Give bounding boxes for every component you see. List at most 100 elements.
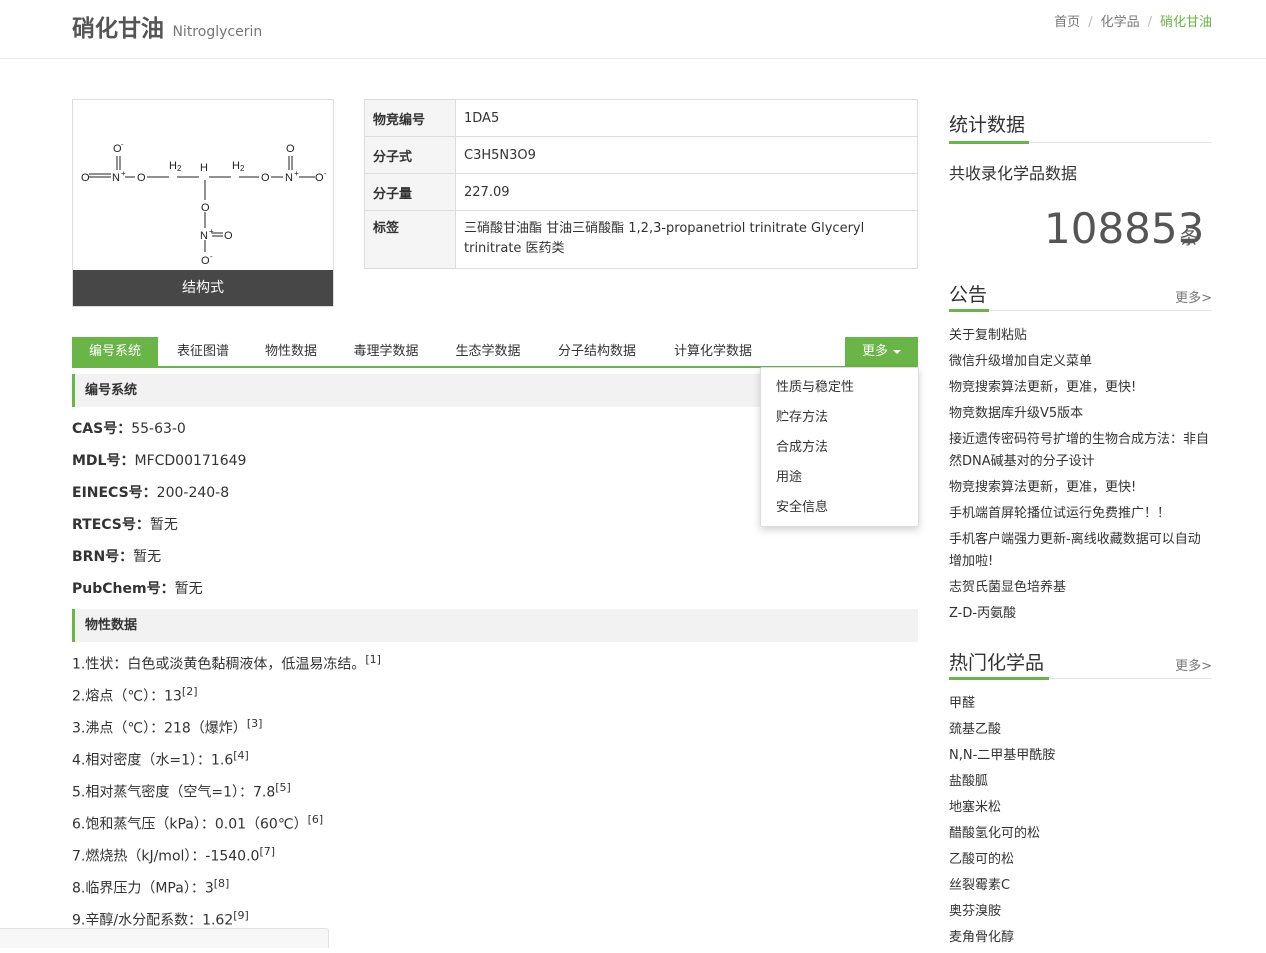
menu-item-stability[interactable]: 性质与稳定性 (761, 373, 918, 403)
more-dropdown-button[interactable]: 更多 (845, 337, 918, 366)
reference-link[interactable]: [2] (182, 685, 198, 698)
breadcrumb-separator: / (1088, 15, 1093, 30)
reference-link[interactable]: [9] (233, 909, 249, 922)
menu-item-usage[interactable]: 用途 (761, 463, 918, 493)
tab-ecology[interactable]: 生态学数据 (442, 337, 534, 366)
notice-item[interactable]: 物竞搜索算法更新，更准，更快! (949, 477, 1212, 499)
tab-molecular-structure[interactable]: 分子结构数据 (544, 337, 650, 366)
menu-item-safety[interactable]: 安全信息 (761, 493, 918, 523)
info-key: 标签 (364, 210, 456, 269)
notice-item[interactable]: 接近遗传密码符号扩增的生物合成方法：非自然DNA碱基对的分子设计 (949, 429, 1212, 473)
reference-link[interactable]: [5] (275, 781, 291, 794)
hot-chemical-item[interactable]: 地塞米松 (949, 797, 1212, 819)
notice-item[interactable]: 手机客户端强力更新-离线收藏数据可以自动增加啦! (949, 529, 1212, 573)
svg-text:O: O (81, 172, 90, 184)
hot-chemicals-more-link[interactable]: 更多> (1175, 655, 1212, 674)
id-value: 200-240-8 (156, 485, 230, 501)
property-item: 4.相对密度（水=1）：1.6[4] (72, 749, 249, 770)
id-key: CAS号： (72, 421, 132, 437)
notices-list: 关于复制粘贴 微信升级增加自定义菜单 物竞搜索算法更新，更准，更快! 物竞数据库… (949, 325, 1212, 629)
property-item: 1.性状：白色或淡黄色黏稠液体，低温易冻结。[1] (72, 653, 381, 674)
hot-chemicals-divider (949, 677, 1212, 680)
reference-link[interactable]: [7] (259, 845, 275, 858)
id-item: BRN号：暂无 (72, 546, 161, 566)
notices-divider (949, 309, 1212, 312)
tab-id-system[interactable]: 编号系统 (72, 337, 158, 366)
notice-item[interactable]: 手机端首屏轮播位试运行免费推广！！ (949, 503, 1212, 525)
id-key: PubChem号： (72, 581, 175, 597)
hot-chemical-item[interactable]: 奥芬溴胺 (949, 901, 1212, 923)
notice-item[interactable]: Z-D-丙氨酸 (949, 603, 1212, 625)
property-text: 3.沸点（℃）：218（爆炸） (72, 720, 247, 737)
svg-text:H: H (232, 160, 240, 172)
reference-link[interactable]: [4] (233, 749, 249, 762)
id-item: RTECS号：暂无 (72, 514, 178, 534)
info-value-tags: 三硝酸甘油酯 甘油三硝酸酯 1,2,3-propanetriol trinitr… (455, 210, 918, 269)
notice-item[interactable]: 微信升级增加自定义菜单 (949, 351, 1212, 373)
section-heading-physical-data: 物性数据 (72, 609, 918, 642)
svg-text:2: 2 (177, 164, 182, 173)
svg-text:O: O (201, 255, 210, 267)
property-text: 8.临界压力（MPa）：3 (72, 880, 214, 897)
page-header: 硝化甘油 Nitroglycerin 首页 / 化学品 / 硝化甘油 (0, 0, 1266, 59)
tab-computational-chemistry[interactable]: 计算化学数据 (660, 337, 766, 366)
tab-physical-data[interactable]: 物性数据 (252, 337, 330, 366)
tab-toxicology[interactable]: 毒理学数据 (340, 337, 432, 366)
hot-chemical-item[interactable]: 丝裂霉素C (949, 875, 1212, 897)
reference-link[interactable]: [1] (365, 653, 381, 666)
hot-chemical-item[interactable]: 盐酸胍 (949, 771, 1212, 793)
hot-chemicals-title: 热门化学品 (949, 652, 1045, 674)
property-text: 4.相对密度（水=1）：1.6 (72, 752, 234, 769)
property-text: 9.辛醇/水分配系数：1.62 (72, 912, 234, 929)
svg-text:O: O (224, 230, 233, 242)
property-item: 8.临界压力（MPa）：3[8] (72, 877, 229, 898)
table-row: 标签 三硝酸甘油酯 甘油三硝酸酯 1,2,3-propanetriol trin… (364, 210, 918, 269)
svg-text:N: N (200, 230, 208, 242)
info-key: 分子量 (364, 173, 456, 211)
tab-spectra[interactable]: 表征图谱 (164, 337, 242, 366)
hot-chemical-item[interactable]: 甲醛 (949, 693, 1212, 715)
reference-link[interactable]: [8] (214, 877, 230, 890)
notice-item[interactable]: 物竞搜索算法更新，更准，更快! (949, 377, 1212, 399)
svg-text:N: N (285, 172, 293, 184)
svg-text:N: N (112, 172, 120, 184)
hot-chemical-item[interactable]: N,N-二甲基甲酰胺 (949, 745, 1212, 767)
reference-link[interactable]: [3] (247, 717, 263, 730)
id-item: EINECS号：200-240-8 (72, 482, 229, 502)
more-label: 更多 (861, 344, 888, 359)
title-english: Nitroglycerin (172, 24, 263, 40)
table-row: 物竞编号 1DA5 (364, 99, 918, 137)
menu-item-storage[interactable]: 贮存方法 (761, 403, 918, 433)
hot-chemical-item[interactable]: 麦角骨化醇 (949, 927, 1212, 949)
info-value: 227.09 (455, 173, 918, 211)
svg-text:-: - (121, 140, 124, 149)
hot-chemical-item[interactable]: 巯基乙酸 (949, 719, 1212, 741)
caret-down-icon (893, 349, 901, 354)
notice-item[interactable]: 关于复制粘贴 (949, 325, 1212, 347)
title-chinese: 硝化甘油 (72, 16, 164, 42)
notice-item[interactable]: 物竞数据库升级V5版本 (949, 403, 1212, 425)
structure-formula-image: O N O O H H H O O N O O N O O 2 2 + + + … (81, 140, 327, 267)
menu-item-synthesis[interactable]: 合成方法 (761, 433, 918, 463)
reference-link[interactable]: [6] (308, 813, 324, 826)
info-value: C3H5N3O9 (455, 136, 918, 174)
breadcrumb-home[interactable]: 首页 (1054, 15, 1080, 30)
notice-item[interactable]: 志贺氏菌显色培养基 (949, 577, 1212, 599)
bottom-floating-bar[interactable] (0, 928, 329, 948)
id-key: RTECS号： (72, 517, 150, 533)
property-item: 9.辛醇/水分配系数：1.62[9] (72, 909, 249, 930)
breadcrumb-chemicals[interactable]: 化学品 (1101, 15, 1140, 30)
notices-more-link[interactable]: 更多> (1175, 287, 1212, 306)
hot-chemical-item[interactable]: 乙酸可的松 (949, 849, 1212, 871)
svg-text:2: 2 (240, 164, 245, 173)
property-item: 2.熔点（℃）：13[2] (72, 685, 198, 706)
id-item: PubChem号：暂无 (72, 578, 203, 598)
svg-text:+: + (209, 227, 214, 236)
notices-title: 公告 (949, 284, 988, 306)
id-value: 55-63-0 (131, 421, 186, 437)
id-key: BRN号： (72, 549, 134, 565)
hot-chemical-item[interactable]: 醋酸氢化可的松 (949, 823, 1212, 845)
property-item: 7.燃烧热（kJ/mol）：-1540.0[7] (72, 845, 275, 866)
structure-image-box[interactable]: O N O O H H H O O N O O N O O 2 2 + + + … (72, 99, 334, 307)
svg-text:H: H (169, 160, 177, 172)
